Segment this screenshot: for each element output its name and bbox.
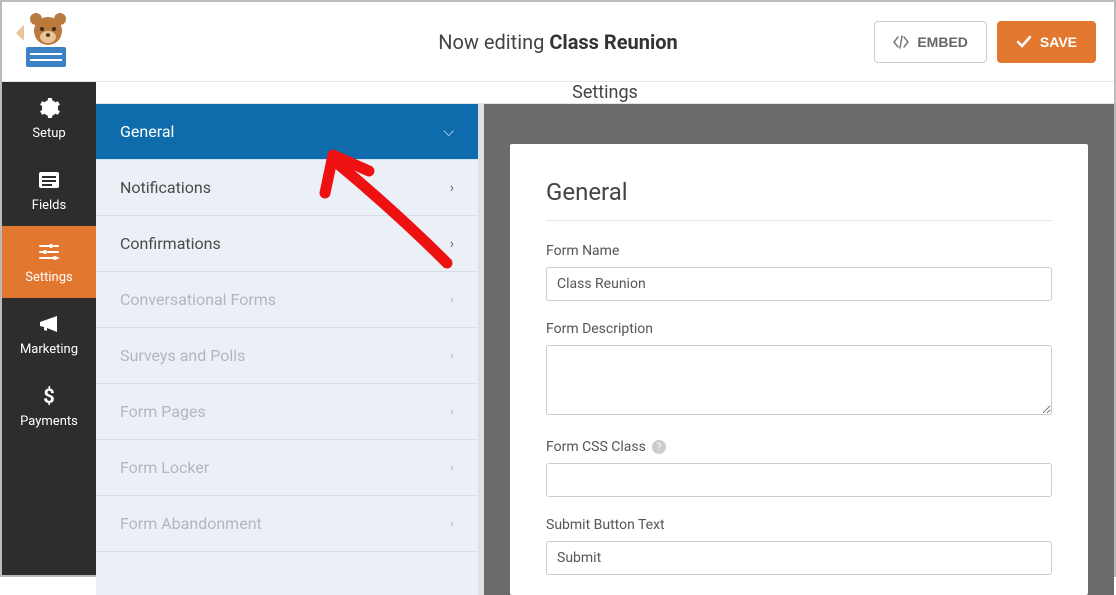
settings-item-label: Confirmations: [120, 234, 221, 253]
settings-item-formabandonment[interactable]: Form Abandonment ›: [96, 496, 478, 552]
input-form-name[interactable]: [546, 267, 1052, 301]
save-button[interactable]: SAVE: [997, 21, 1096, 63]
preview-card: General Form Name Form Description Form …: [510, 144, 1088, 595]
chevron-right-icon: ›: [450, 348, 454, 364]
preview-area: General Form Name Form Description Form …: [484, 104, 1114, 595]
rail-settings-label: Settings: [25, 270, 72, 285]
rail-setup-label: Setup: [32, 126, 65, 141]
rail-fields-label: Fields: [32, 198, 66, 213]
rail-fields[interactable]: Fields: [2, 154, 96, 226]
save-label: SAVE: [1040, 34, 1077, 50]
settings-item-surveys[interactable]: Surveys and Polls ›: [96, 328, 478, 384]
help-icon[interactable]: ?: [652, 440, 666, 454]
now-editing-title: Now editing Class Reunion: [438, 30, 677, 54]
code-icon: [893, 35, 909, 49]
input-form-description[interactable]: [546, 345, 1052, 415]
embed-label: EMBED: [917, 34, 968, 50]
svg-text:$: $: [43, 384, 54, 408]
chevron-down-icon: ⌵: [443, 124, 454, 140]
settings-item-label: Form Abandonment: [120, 514, 262, 533]
list-icon: [37, 168, 61, 192]
rail-setup[interactable]: Setup: [2, 82, 96, 154]
bullhorn-icon: [37, 312, 61, 336]
label-form-description: Form Description: [546, 321, 1052, 337]
gear-icon: [37, 96, 61, 120]
main-area: Setup Fields Settings Marketing $ Paymen…: [2, 82, 1114, 575]
field-submit-text: Submit Button Text: [546, 517, 1052, 575]
input-form-css[interactable]: [546, 463, 1052, 497]
input-submit-text[interactable]: [546, 541, 1052, 575]
section-title: Settings: [572, 82, 638, 103]
chevron-right-icon: ›: [450, 516, 454, 532]
settings-item-label: Form Pages: [120, 402, 206, 421]
chevron-right-icon: ›: [450, 460, 454, 476]
now-editing-form-name: Class Reunion: [549, 30, 677, 54]
sliders-icon: [37, 240, 61, 264]
settings-item-notifications[interactable]: Notifications ›: [96, 160, 478, 216]
left-rail: Setup Fields Settings Marketing $ Paymen…: [2, 82, 96, 575]
settings-item-general[interactable]: General ⌵: [96, 104, 478, 160]
chevron-right-icon: ›: [450, 292, 454, 308]
content-column: Settings General ⌵ Notifications › Confi…: [96, 82, 1114, 575]
settings-item-confirmations[interactable]: Confirmations ›: [96, 216, 478, 272]
chevron-right-icon: ›: [450, 180, 454, 196]
settings-item-label: Conversational Forms: [120, 290, 276, 309]
label-form-css: Form CSS Class: [546, 439, 646, 455]
settings-item-formlocker[interactable]: Form Locker ›: [96, 440, 478, 496]
section-header: Settings: [96, 82, 1114, 104]
settings-item-conversational[interactable]: Conversational Forms ›: [96, 272, 478, 328]
label-submit-text: Submit Button Text: [546, 517, 1052, 533]
app-logo: [14, 13, 78, 71]
settings-panel[interactable]: General ⌵ Notifications › Confirmations …: [96, 104, 484, 595]
settings-item-label: Surveys and Polls: [120, 346, 245, 365]
settings-item-label: Form Locker: [120, 458, 209, 477]
dollar-icon: $: [37, 384, 61, 408]
preview-title: General: [546, 178, 1052, 221]
topbar: Now editing Class Reunion EMBED SAVE: [2, 2, 1114, 82]
settings-item-label: Notifications: [120, 178, 211, 197]
rail-marketing-label: Marketing: [20, 342, 78, 357]
check-icon: [1016, 35, 1032, 49]
now-editing-prefix: Now editing: [438, 30, 544, 54]
settings-item-formpages[interactable]: Form Pages ›: [96, 384, 478, 440]
chevron-right-icon: ›: [450, 236, 454, 252]
chevron-right-icon: ›: [450, 404, 454, 420]
rail-payments-label: Payments: [20, 414, 78, 429]
rail-marketing[interactable]: Marketing: [2, 298, 96, 370]
label-form-name: Form Name: [546, 243, 1052, 259]
embed-button[interactable]: EMBED: [874, 21, 987, 63]
field-form-css: Form CSS Class ?: [546, 439, 1052, 497]
field-form-description: Form Description: [546, 321, 1052, 419]
rail-payments[interactable]: $ Payments: [2, 370, 96, 442]
field-form-name: Form Name: [546, 243, 1052, 301]
rail-settings[interactable]: Settings: [2, 226, 96, 298]
settings-item-label: General: [120, 122, 174, 141]
